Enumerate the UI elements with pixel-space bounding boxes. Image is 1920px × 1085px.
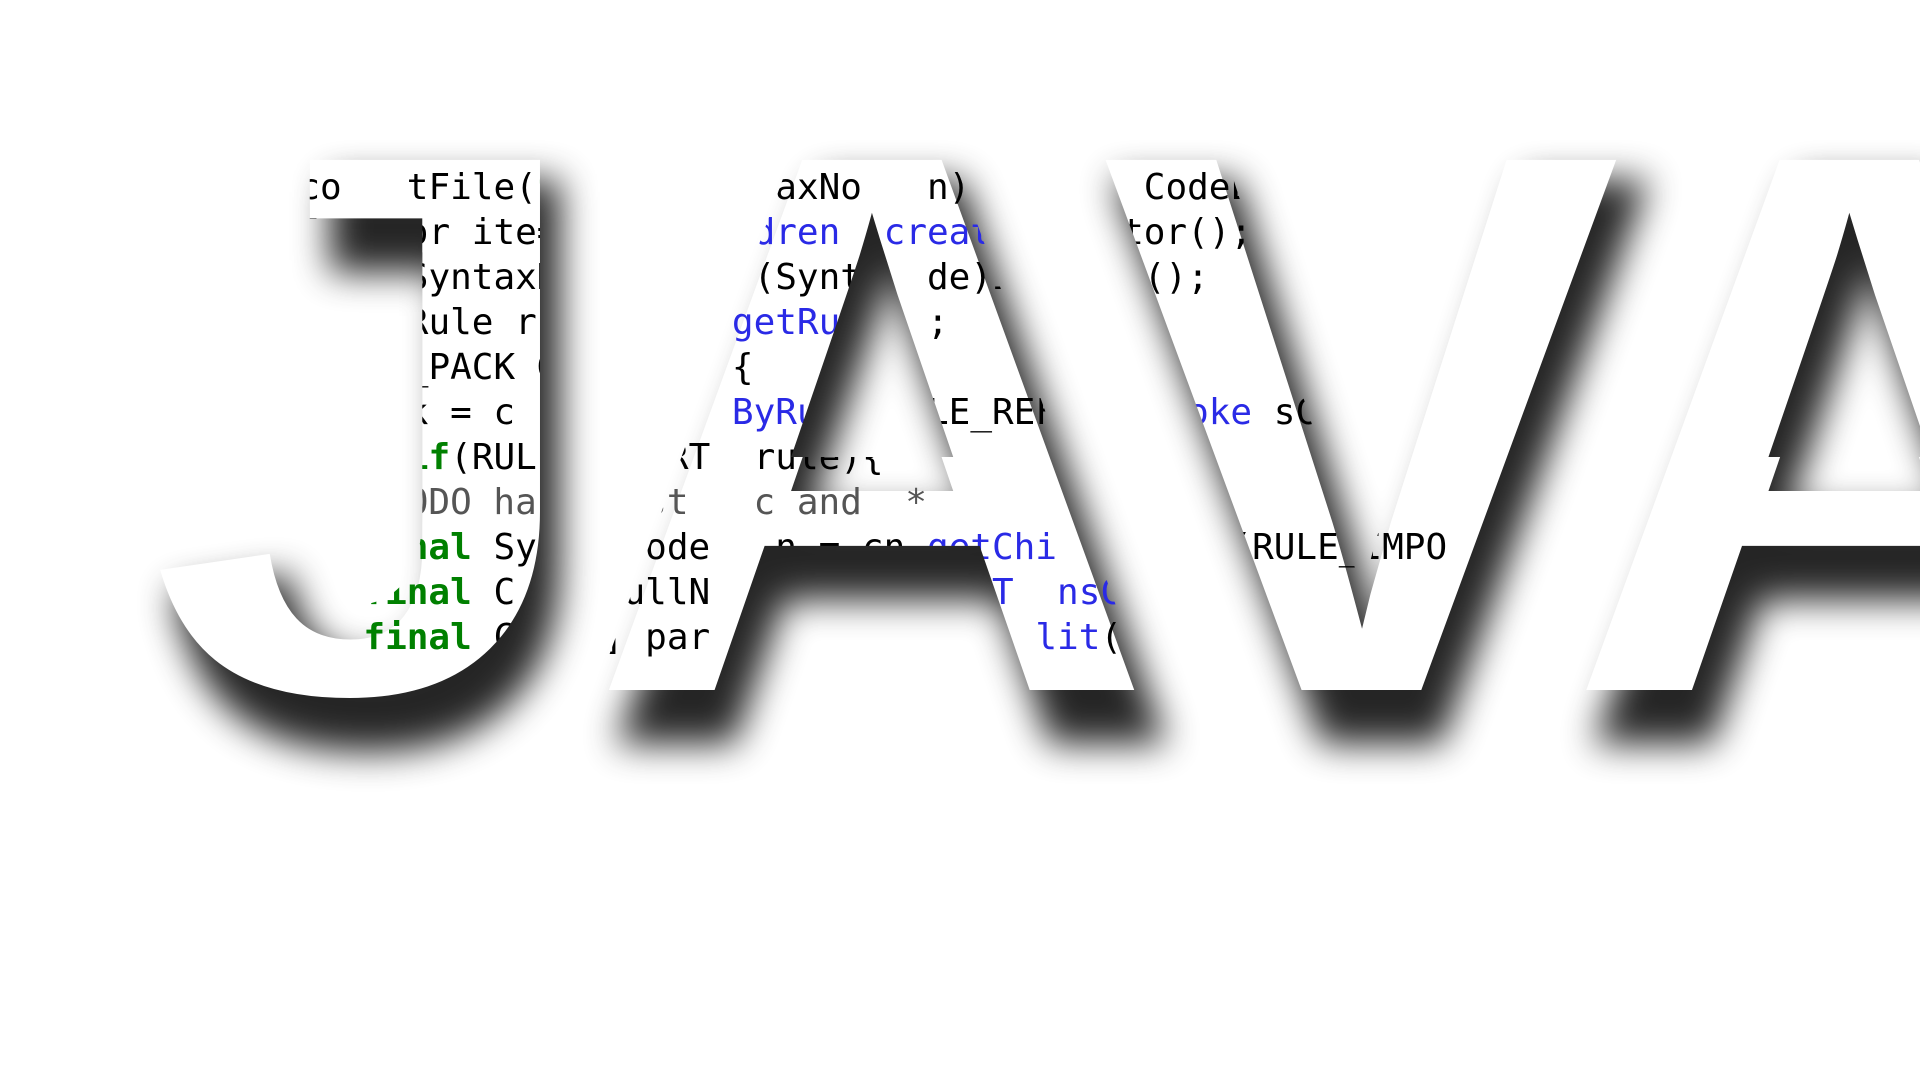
kw-throw: throw — [992, 167, 1100, 208]
m: createI — [884, 212, 1036, 253]
kw-final: fin — [277, 302, 342, 343]
t: (RUL — [450, 437, 537, 478]
t: s fullN — [558, 572, 710, 613]
t: } — [190, 437, 298, 478]
t: SyntaxNode — [472, 527, 732, 568]
t — [190, 347, 277, 388]
t — [190, 572, 363, 613]
t: ULE_REF — [905, 392, 1057, 433]
m: getToke — [1100, 392, 1252, 433]
t: s[] par — [558, 617, 710, 658]
t: Rule rule = c — [407, 302, 689, 343]
t — [645, 167, 667, 208]
t: rule){ — [754, 437, 884, 478]
t: e = ccn. — [754, 572, 927, 613]
m: nsChars — [1057, 572, 1209, 613]
kw-else: el — [298, 437, 341, 478]
t: = fullName. — [754, 617, 992, 658]
m: g — [624, 212, 646, 253]
m: getRule — [732, 302, 884, 343]
kw-for: for — [190, 212, 255, 253]
m: ByRule — [1100, 527, 1230, 568]
comment: /TODO handle st — [363, 482, 688, 523]
t: SyntaxNode cn — [407, 257, 689, 298]
kw-void: void — [190, 167, 277, 208]
t: n) — [927, 167, 992, 208]
t: C — [472, 617, 515, 658]
java-word-clip-group: JAVA void co tFile(final yntaxNo n) thro… — [0, 0, 1920, 1085]
t: ('.') — [1100, 617, 1208, 658]
t: co — [277, 167, 342, 208]
t — [190, 482, 363, 523]
kw-final: final — [363, 527, 471, 568]
m: getChi — [558, 392, 688, 433]
t — [190, 527, 363, 568]
t: ( — [515, 167, 537, 208]
t: sChars — [1274, 392, 1404, 433]
t: xt(); — [1100, 257, 1208, 298]
t — [342, 437, 364, 478]
t: ack = c — [363, 392, 515, 433]
t: E_PACK — [385, 347, 515, 388]
t: tFile — [407, 167, 515, 208]
kw-final: final — [363, 617, 471, 658]
kw-if: if — [407, 437, 450, 478]
t: { — [732, 347, 754, 388]
t: (It — [255, 212, 342, 253]
kw-final: final — [537, 167, 645, 208]
t — [190, 392, 363, 433]
t: ; — [927, 302, 949, 343]
m: ByRule — [732, 392, 862, 433]
t: . — [537, 392, 559, 433]
kw-final: fin — [277, 257, 342, 298]
t: CodeExcepti — [1144, 167, 1382, 208]
t — [190, 257, 277, 298]
kw-if: if — [277, 347, 320, 388]
t: ( — [862, 392, 884, 433]
t: or ite=sn. — [407, 212, 624, 253]
m: getT — [927, 572, 1014, 613]
m: hildren — [689, 212, 841, 253]
t: n = cn. — [775, 527, 927, 568]
t: de)ite — [927, 257, 1057, 298]
t: yntaxNo — [710, 167, 862, 208]
t — [190, 617, 363, 658]
comment: c and — [754, 482, 884, 523]
comment: * — [905, 482, 927, 523]
m: lit — [1035, 617, 1100, 658]
t: (RULE_IMPO — [1230, 527, 1447, 568]
t: ( — [320, 347, 342, 388]
t: rator();ite. — [1079, 212, 1339, 253]
t: (Synta — [754, 257, 884, 298]
m: getChi — [927, 527, 1057, 568]
kw-final: final — [363, 572, 471, 613]
t — [190, 302, 277, 343]
t: _IMPORT — [559, 437, 711, 478]
stage: JAVA JAVA JAVA void co tFile(final yntax… — [0, 0, 1920, 1085]
t: C — [472, 572, 515, 613]
t: GE==ru — [537, 347, 667, 388]
code-snippet: void co tFile(final yntaxNo n) throw Cod… — [190, 165, 1750, 660]
